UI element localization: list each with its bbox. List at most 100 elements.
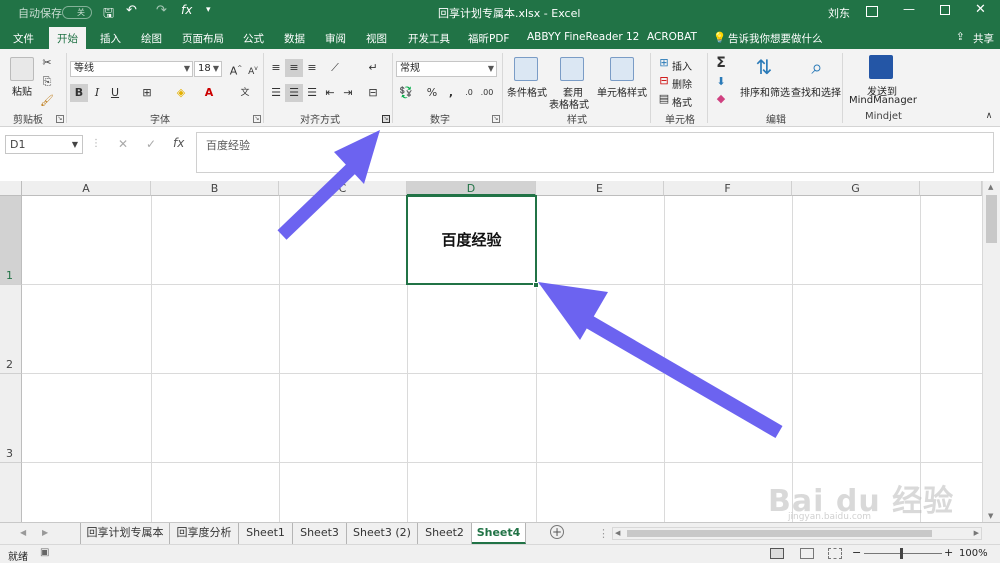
cell-styles-icon[interactable] [610,57,634,81]
row-header-2[interactable]: 2 [0,285,22,374]
insert-function-button[interactable]: fx [173,136,184,150]
increase-decimal-icon[interactable]: .0 [460,84,478,102]
tab-split-handle[interactable]: ⋮ [598,527,609,540]
horizontal-scroll-thumb[interactable] [627,530,932,537]
column-header-b[interactable]: B [151,181,279,196]
minimize-icon[interactable]: — [903,2,915,16]
zoom-slider-thumb[interactable] [900,548,903,559]
delete-cells-label[interactable]: 删除 [672,76,692,91]
tab-foxit-pdf[interactable]: 福昕PDF [468,31,509,46]
row-header-3[interactable]: 3 [0,374,22,463]
tab-file[interactable]: 文件 [13,31,34,46]
tell-me-box[interactable]: 告诉我你想要做什么 [728,31,823,46]
macro-record-icon[interactable]: ▣ [40,547,49,558]
scroll-right-icon[interactable]: ▶ [974,529,979,537]
currency-icon[interactable]: 💱 [397,84,415,102]
row-header-4[interactable] [0,463,22,522]
merge-center-icon[interactable]: ⊟ [364,84,382,102]
paste-icon[interactable] [10,57,34,81]
find-select-icon[interactable]: ⌕ [805,55,829,79]
column-header-a[interactable]: A [22,181,151,196]
sheet-tab-1[interactable]: 回享计划专属本 [80,523,170,544]
autosave-toggle[interactable]: 关 [62,6,92,19]
zoom-in-icon[interactable]: + [944,546,953,559]
align-center-icon[interactable]: ☰ [285,84,303,102]
align-top-icon[interactable]: ≡ [267,59,285,77]
font-launcher-icon[interactable]: ↘ [253,115,261,123]
select-all-corner[interactable] [0,181,22,196]
tab-abbyy[interactable]: ABBYY FineReader 12 [527,31,639,43]
tab-data[interactable]: 数据 [284,31,305,46]
horizontal-scrollbar[interactable]: ◀ ▶ [612,527,982,540]
next-sheet-icon[interactable]: ▶ [42,528,48,537]
redo-icon[interactable]: ↷ [156,3,167,18]
sheet-tab-active[interactable]: Sheet4 [472,523,526,544]
insert-cells-icon[interactable]: ⊞ [655,54,673,72]
tab-insert[interactable]: 插入 [100,31,121,46]
increase-font-icon[interactable]: A^ [227,60,245,78]
share-icon[interactable]: ⇪ [956,31,965,43]
tab-page-layout[interactable]: 页面布局 [182,31,224,46]
percent-button[interactable]: % [423,84,441,102]
maximize-icon[interactable] [940,5,950,15]
delete-cells-icon[interactable]: ⊟ [655,72,673,90]
wrap-text-icon[interactable]: ↵ [364,59,382,77]
tab-developer[interactable]: 开发工具 [408,31,450,46]
user-name[interactable]: 刘东 [828,5,850,21]
format-cells-icon[interactable]: ▤ [655,90,673,108]
cancel-icon[interactable]: ✕ [118,137,128,151]
format-cells-label[interactable]: 格式 [672,94,692,109]
sheet-tab-4[interactable]: Sheet3 [293,523,347,544]
mindmanager-icon[interactable] [869,55,893,79]
font-size-select[interactable]: 18 ▼ [194,61,222,77]
zoom-level[interactable]: 100% [959,548,988,559]
comma-button[interactable]: , [442,84,460,102]
paste-label[interactable]: 粘贴 [12,83,32,98]
column-header-c[interactable]: C [279,181,407,196]
cut-icon[interactable]: ✂ [38,54,56,72]
number-format-select[interactable]: 常规 ▼ [396,61,497,77]
insert-cells-label[interactable]: 插入 [672,58,692,73]
sort-filter-label[interactable]: 排序和筛选 [740,84,790,99]
zoom-out-icon[interactable]: − [852,546,861,559]
copy-icon[interactable]: ⎘ [38,73,56,91]
sheet-tab-5[interactable]: Sheet3 (2) [347,523,418,544]
increase-indent-icon[interactable]: ⇥ [339,84,357,102]
conditional-formatting-icon[interactable] [514,57,538,81]
alignment-launcher-icon[interactable]: ↘ [382,115,390,123]
fx-qat-icon[interactable]: fx [181,3,192,17]
align-middle-icon[interactable]: ≡ [285,59,303,77]
fill-color-icon[interactable]: ◈ [172,84,190,102]
format-painter-icon[interactable]: 🖌 [38,92,56,110]
vertical-scroll-thumb[interactable] [986,195,997,243]
fill-handle[interactable] [533,282,539,288]
sheet-tab-2[interactable]: 回享度分析 [170,523,239,544]
conditional-formatting-label[interactable]: 条件格式 [507,84,547,99]
column-header-g[interactable]: G [792,181,920,196]
sheet-tab-3[interactable]: Sheet1 [239,523,293,544]
tab-formulas[interactable]: 公式 [243,31,264,46]
column-header-d[interactable]: D [407,181,536,196]
autosum-icon[interactable]: Σ [712,54,730,72]
zoom-slider-track[interactable] [864,553,942,554]
format-as-table-icon[interactable] [560,57,584,81]
decrease-indent-icon[interactable]: ⇤ [321,84,339,102]
collapse-ribbon-icon[interactable]: ∧ [980,107,998,125]
page-layout-view-icon[interactable] [800,548,814,559]
font-color-icon[interactable]: A [200,84,218,102]
italic-button[interactable]: I [88,84,106,102]
fill-icon[interactable]: ⬇ [712,73,730,91]
share-button[interactable]: 共享 [973,31,994,46]
tab-draw[interactable]: 绘图 [141,31,162,46]
clear-icon[interactable]: ◆ [712,90,730,108]
scroll-down-icon[interactable]: ▼ [988,512,993,520]
undo-icon[interactable]: ↶ [126,3,137,18]
font-name-select[interactable]: 等线 ▼ [70,61,193,77]
format-as-table-label-2[interactable]: 表格格式 [549,96,589,111]
qat-customize-icon[interactable]: ▾ [206,5,211,15]
close-icon[interactable]: ✕ [975,2,986,17]
decrease-font-icon[interactable]: Av [244,60,262,78]
ribbon-display-icon[interactable] [866,6,878,17]
vertical-scrollbar[interactable]: ▲ ▼ [982,181,1000,522]
phonetic-icon[interactable]: 文 [236,84,254,102]
